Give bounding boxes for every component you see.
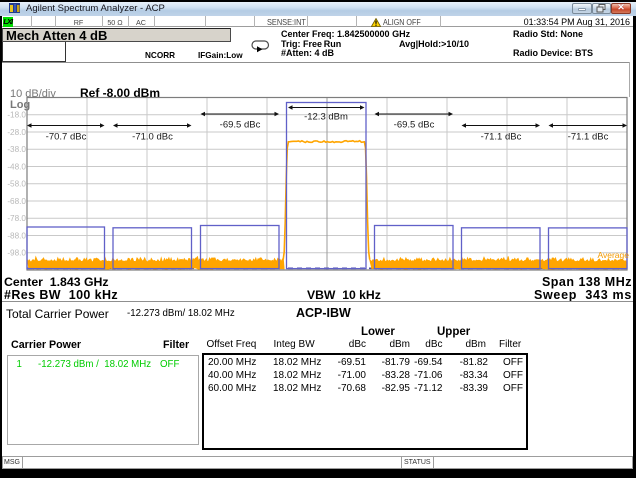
svg-text:-98.0: -98.0 — [7, 249, 26, 258]
svg-text:-71.0 dBc: -71.0 dBc — [132, 132, 173, 143]
svg-text:-88.0: -88.0 — [7, 231, 26, 240]
svg-text:-78.0: -78.0 — [7, 214, 26, 223]
svg-text:-71.1 dBc: -71.1 dBc — [481, 132, 522, 143]
svg-text:-69.5 dBc: -69.5 dBc — [394, 120, 435, 131]
svg-text:-58.0: -58.0 — [7, 180, 26, 189]
svg-text:-38.0: -38.0 — [7, 145, 26, 154]
svg-text:-70.7 dBc: -70.7 dBc — [46, 132, 87, 143]
svg-text:-18.0: -18.0 — [7, 111, 26, 120]
svg-text:-12.3 dBm: -12.3 dBm — [304, 112, 348, 123]
svg-text:-71.1 dBc: -71.1 dBc — [568, 132, 609, 143]
svg-text:Average: Average — [597, 250, 629, 260]
svg-text:-69.5 dBc: -69.5 dBc — [220, 120, 261, 131]
svg-text:-68.0: -68.0 — [7, 197, 26, 206]
svg-text:-28.0: -28.0 — [7, 128, 26, 137]
svg-text:-48.0: -48.0 — [7, 162, 26, 171]
